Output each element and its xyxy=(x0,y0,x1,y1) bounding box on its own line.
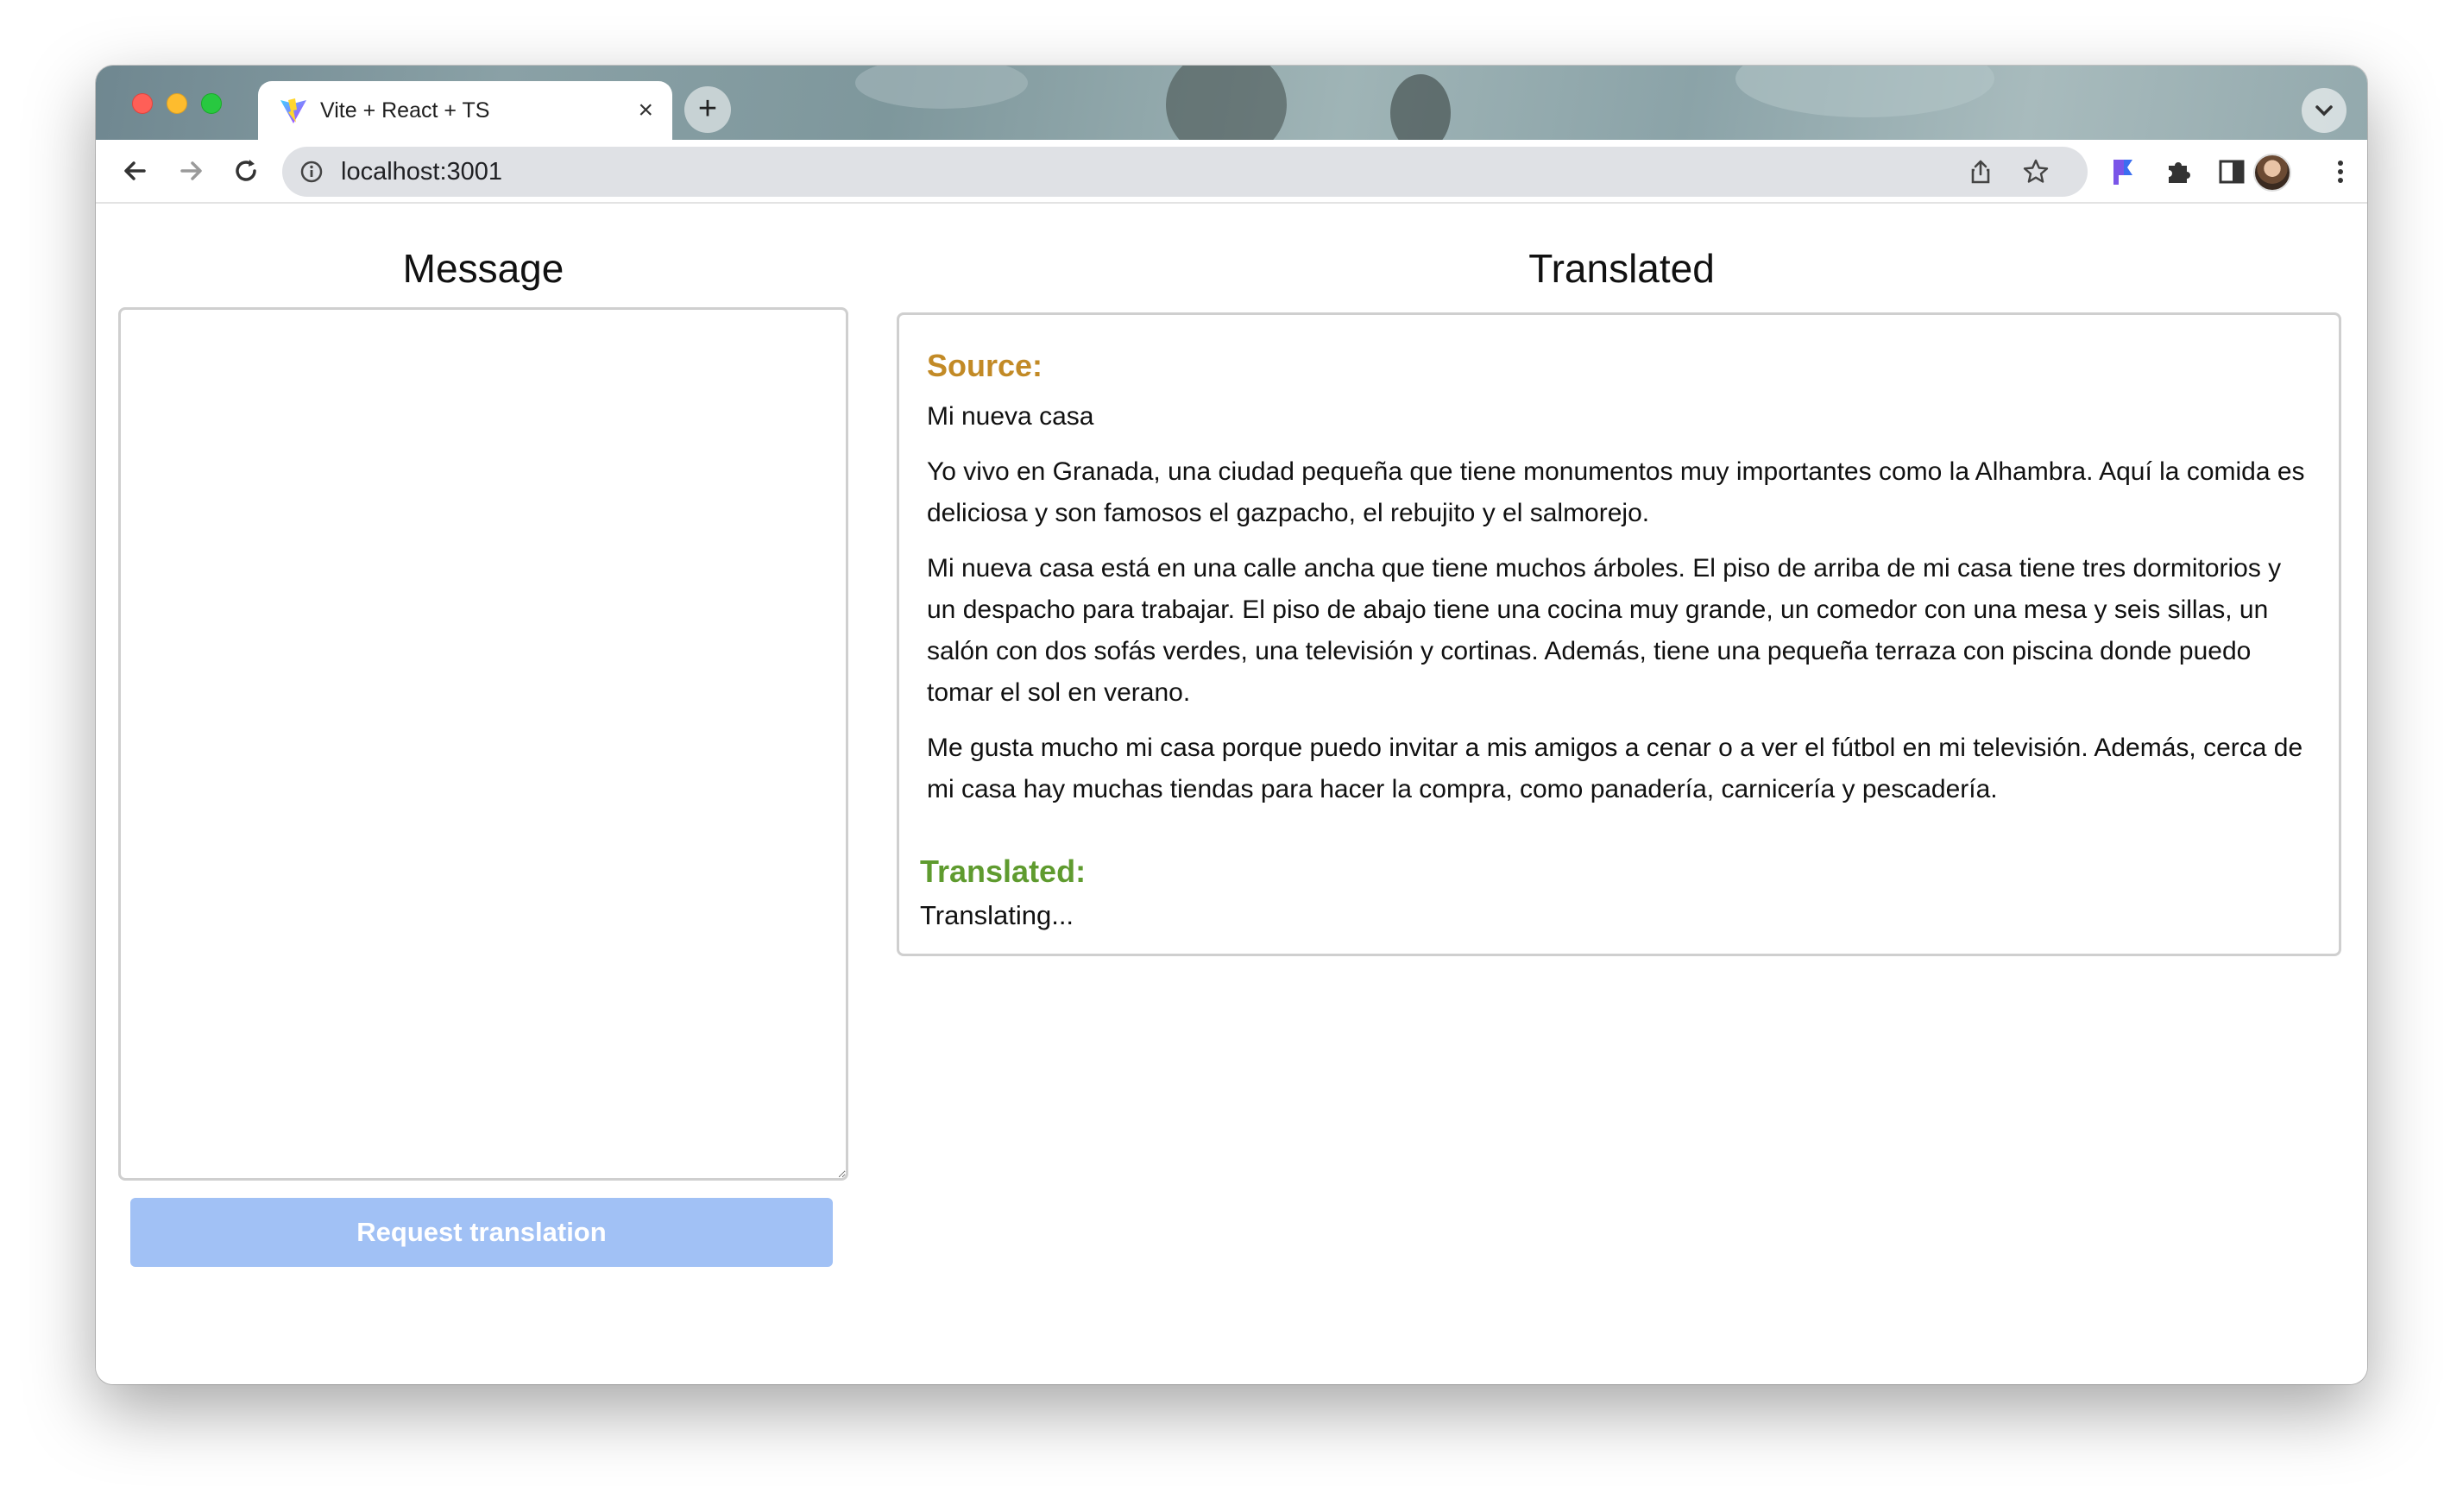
close-window-button[interactable] xyxy=(132,93,153,114)
more-vertical-icon[interactable] xyxy=(2324,155,2357,188)
side-panel-icon[interactable] xyxy=(2215,155,2248,188)
reload-icon[interactable] xyxy=(229,154,263,188)
page-content: Message Request translation Translated S… xyxy=(96,205,2367,1384)
translated-label: Translated: xyxy=(920,854,1087,889)
forward-arrow-icon[interactable] xyxy=(173,154,208,188)
browser-toolbar: localhost:3001 xyxy=(96,140,2367,204)
request-translation-button[interactable]: Request translation xyxy=(130,1198,833,1267)
chevron-down-icon xyxy=(2315,105,2333,117)
extensions-puzzle-icon[interactable] xyxy=(2162,155,2195,188)
bookmark-star-icon[interactable] xyxy=(2022,158,2050,186)
vite-logo-icon xyxy=(280,98,306,123)
source-title: Mi nueva casa xyxy=(927,402,1094,431)
source-paragraph: Me gusta mucho mi casa porque puedo invi… xyxy=(927,734,2303,803)
message-heading: Message xyxy=(402,246,564,291)
new-tab-button[interactable]: + xyxy=(684,86,731,133)
tab-vite-react-ts[interactable]: Vite + React + TS × xyxy=(258,81,672,140)
tab-strip: Vite + React + TS × + xyxy=(96,66,2367,140)
close-tab-icon[interactable]: × xyxy=(638,98,653,123)
source-text: Mi nueva casa Yo vivo en Granada, una ci… xyxy=(927,396,2316,824)
translation-status: Translating... xyxy=(920,900,1074,930)
message-column: Message Request translation xyxy=(118,205,848,1267)
message-textarea[interactable] xyxy=(118,307,848,1181)
translation-panel: Source: Mi nueva casa Yo vivo en Granada… xyxy=(897,312,2341,956)
source-label: Source: xyxy=(927,348,1043,383)
tab-title: Vite + React + TS xyxy=(320,98,490,123)
browser-window: Vite + React + TS × + localhost:3001 Mes… xyxy=(96,66,2367,1384)
source-paragraph: Yo vivo en Granada, una ciudad pequeña q… xyxy=(927,457,2305,527)
profile-avatar[interactable] xyxy=(2253,154,2291,192)
flag-extension-icon[interactable] xyxy=(2107,155,2139,188)
back-arrow-icon[interactable] xyxy=(118,154,153,188)
minimize-window-button[interactable] xyxy=(167,93,187,114)
share-icon[interactable] xyxy=(1967,158,1994,186)
source-paragraph: Mi nueva casa está en una calle ancha qu… xyxy=(927,554,2282,707)
translated-column: Translated Source: Mi nueva casa Yo vivo… xyxy=(897,205,2346,956)
address-bar[interactable]: localhost:3001 xyxy=(282,147,2088,197)
tab-search-button[interactable] xyxy=(2302,88,2346,133)
translated-heading: Translated xyxy=(1528,246,1715,291)
zoom-window-button[interactable] xyxy=(201,93,222,114)
url-text: localhost:3001 xyxy=(341,158,503,186)
site-info-icon[interactable] xyxy=(299,160,324,184)
